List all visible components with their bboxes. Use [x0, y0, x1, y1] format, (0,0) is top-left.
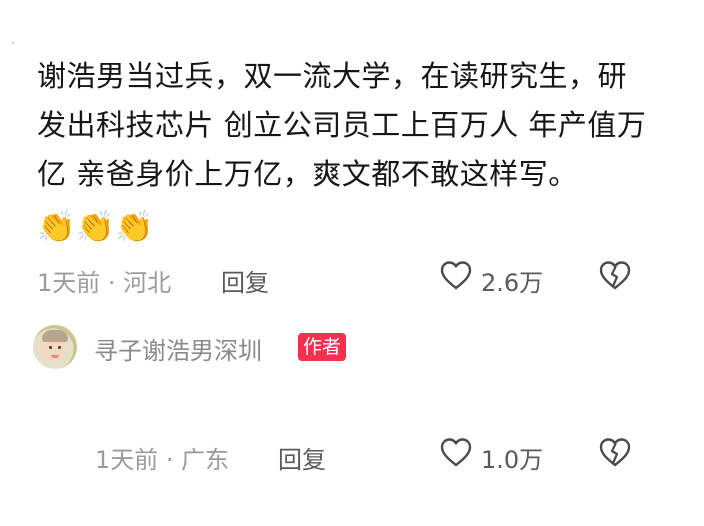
- reply-like-count: 1.0万: [481, 446, 544, 474]
- comment-like-count: 2.6万: [481, 269, 544, 297]
- reply-author-row: 寻子谢浩男深圳 作者: [33, 325, 633, 371]
- comment-body: 谢浩男当过兵，双一流大学，在读研究生，研发出科技芯片 创立公司员工上百万人 年产…: [37, 52, 647, 248]
- reply-time-location: 1天前 · 广东: [95, 446, 230, 474]
- comment-text: 谢浩男当过兵，双一流大学，在读研究生，研发出科技芯片 创立公司员工上百万人 年产…: [37, 59, 647, 191]
- comment-meta-row: 1天前 · 河北 回复 2.6万: [0, 259, 704, 299]
- reply-meta-row: 1天前 · 广东 回复 1.0万: [0, 436, 704, 476]
- broken-heart-icon[interactable]: [598, 259, 632, 293]
- comment-reply-button[interactable]: 回复: [221, 263, 269, 298]
- reply-reply-button[interactable]: 回复: [278, 440, 326, 475]
- broken-heart-icon[interactable]: [598, 436, 632, 470]
- heart-outline-icon[interactable]: [439, 436, 473, 470]
- comment-time-location: 1天前 · 河北: [37, 269, 172, 297]
- clapping-hands-emoji: 👏👏👏: [37, 209, 155, 245]
- edge-speck: [12, 42, 14, 44]
- reply-author-name[interactable]: 寻子谢浩男深圳: [94, 331, 262, 366]
- heart-outline-icon[interactable]: [439, 259, 473, 293]
- author-badge: 作者: [298, 333, 347, 361]
- avatar[interactable]: [33, 325, 77, 369]
